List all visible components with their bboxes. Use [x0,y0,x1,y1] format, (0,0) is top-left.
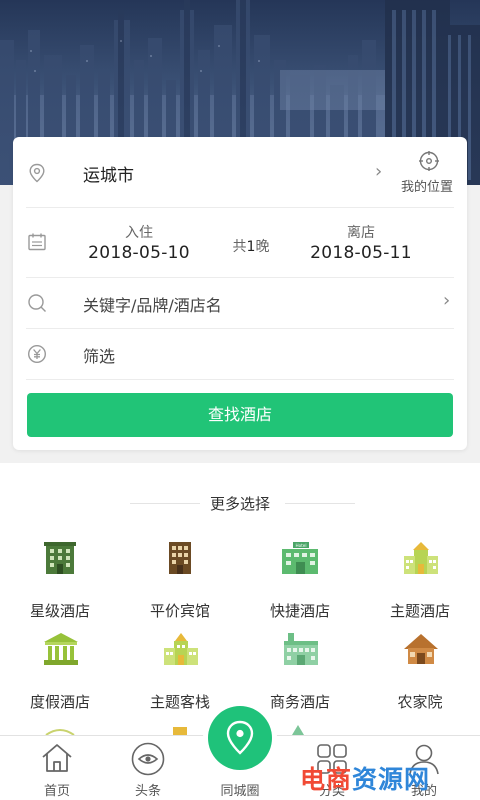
location-pin-icon [226,720,254,755]
search-icon [28,294,46,312]
divider [26,379,454,380]
category-theme-hotel[interactable]: 主题酒店 [360,540,480,620]
category-label: 农家院 [397,693,443,711]
filter-row[interactable]: 筛选 [13,329,467,379]
calendar-icon [28,233,46,251]
tab-home[interactable]: 首页 [9,736,105,800]
tab-label: 头条 [134,784,161,799]
theme-hotel-icon [404,542,438,574]
business-hotel-icon [284,633,318,665]
watermark-logo: 电商资源网 [300,760,430,796]
express-hotel-icon: Hotel [282,542,318,574]
nights-prefix: 共 [232,239,247,255]
map-pin-icon [29,163,45,183]
eye-icon [131,742,165,776]
city-name: 运城市 [83,166,134,186]
category-label: 主题客栈 [149,693,210,711]
category-express-hotel[interactable]: Hotel 快捷酒店 [240,540,360,620]
yen-price-icon [27,344,47,364]
category-label: 度假酒店 [29,693,90,711]
tab-headlines[interactable]: 头条 [100,736,196,800]
checkin-date[interactable]: 2018-05-10 [69,243,209,263]
checkout-date[interactable]: 2018-05-11 [291,243,431,263]
category-label: 快捷酒店 [269,602,330,620]
keyword-placeholder: 关键字/品牌/酒店名 [83,296,222,315]
hotel-sign-text: Hotel [295,543,306,548]
tab-label: 同城圈 [220,784,260,799]
farmhouse-icon [404,634,438,664]
category-star-hotel[interactable]: 星级酒店 [0,540,120,620]
budget-hotel-icon [169,542,191,574]
category-label: 平价宾馆 [149,602,210,620]
keyword-search-row[interactable]: 关键字/品牌/酒店名 › [13,278,467,328]
partial-category-icon [45,729,75,735]
theme-inn-icon [164,633,198,665]
category-business-hotel[interactable]: 商务酒店 [240,631,360,711]
checkin-label: 入住 [125,225,153,241]
category-label: 商务酒店 [269,693,330,711]
category-resort-hotel[interactable]: 度假酒店 [0,631,120,711]
category-label: 星级酒店 [29,602,90,620]
chevron-right-icon: › [375,161,383,182]
checkout-label: 离店 [347,225,375,241]
category-farmhouse[interactable]: 农家院 [360,631,480,711]
star-hotel-icon [44,542,76,574]
category-label: 主题酒店 [389,602,450,620]
chevron-right-icon: › [443,290,451,311]
more-choices-title: 更多选择 [209,495,270,513]
watermark-part2: 资源网 [352,765,431,794]
partial-category-icon [292,725,304,735]
locate-crosshair-icon [419,151,439,171]
more-choices-header: 更多选择 [0,493,480,514]
nights-suffix: 晚 [255,239,270,255]
category-budget-hotel[interactable]: 平价宾馆 [120,540,240,620]
watermark-part1: 电商 [300,765,353,794]
partial-category-icon [173,727,187,735]
local-circle-center-button[interactable] [208,706,272,770]
home-icon [42,744,72,772]
filter-label: 筛选 [83,347,116,366]
category-theme-inn[interactable]: 主题客栈 [120,631,240,711]
nights-count: 共1晚 [226,236,276,256]
tab-label: 首页 [43,784,70,799]
my-location-label: 我的位置 [401,180,454,195]
hotel-search-card: 运城市 › 我的位置 入住 2018-05-10 共1晚 离店 2018-05-… [13,137,467,450]
find-hotel-button[interactable]: 查找酒店 [27,393,453,437]
resort-hotel-icon [44,633,78,665]
